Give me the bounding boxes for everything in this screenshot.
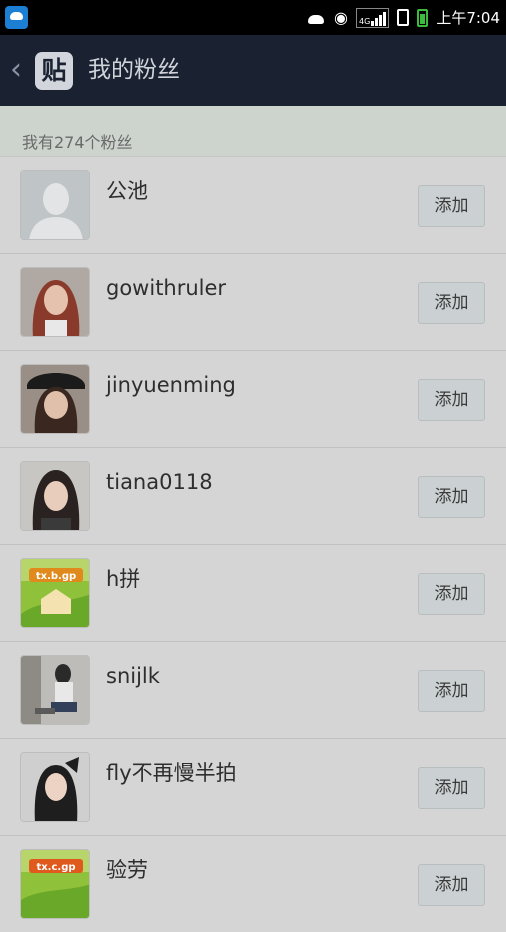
avatar[interactable] bbox=[20, 170, 90, 240]
photo-avatar bbox=[21, 365, 89, 433]
fan-name: fly不再慢半拍 bbox=[106, 761, 237, 785]
status-bar: ◉ 4G 上午7:04 bbox=[0, 0, 506, 35]
photo-avatar bbox=[21, 268, 89, 336]
add-button[interactable]: 添加 bbox=[418, 573, 485, 615]
photo-avatar bbox=[21, 656, 89, 724]
network-type-label: 4G bbox=[359, 16, 371, 26]
list-item[interactable]: gowithruler 添加 bbox=[0, 253, 506, 350]
signal-bar bbox=[383, 11, 387, 26]
avatar[interactable]: tx.b.gp bbox=[20, 558, 90, 628]
signal-bar bbox=[375, 17, 379, 26]
add-button[interactable]: 添加 bbox=[418, 670, 485, 712]
title-bar: ‹ 贴 我的粉丝 bbox=[0, 35, 506, 106]
fan-name: 公池 bbox=[106, 179, 148, 203]
list-item[interactable]: snijlk 添加 bbox=[0, 641, 506, 738]
list-item[interactable]: fly不再慢半拍 添加 bbox=[0, 738, 506, 835]
avatar[interactable] bbox=[20, 461, 90, 531]
back-button[interactable]: ‹ bbox=[10, 53, 22, 87]
fan-count-text: 我有274个粉丝 bbox=[22, 133, 133, 152]
graphic-avatar: tx.b.gp bbox=[21, 559, 89, 627]
page-title: 我的粉丝 bbox=[88, 57, 180, 83]
battery-icon bbox=[417, 8, 429, 27]
wifi-icon: ◉ bbox=[334, 8, 349, 27]
add-button[interactable]: 添加 bbox=[418, 282, 485, 324]
fan-name: snijlk bbox=[106, 664, 160, 688]
signal-bar bbox=[379, 14, 383, 26]
fan-name: gowithruler bbox=[106, 276, 227, 300]
list-item[interactable]: tx.b.gp h拼 添加 bbox=[0, 544, 506, 641]
avatar-logo-text: tx.b.gp bbox=[36, 571, 76, 582]
photo-avatar bbox=[21, 462, 89, 530]
avatar[interactable] bbox=[20, 364, 90, 434]
fan-name: h拼 bbox=[106, 567, 141, 591]
list-item[interactable]: tiana0118 添加 bbox=[0, 447, 506, 544]
sim-icon bbox=[397, 9, 410, 26]
avatar[interactable] bbox=[20, 752, 90, 822]
list-item[interactable]: tx.c.gp 验劳 添加 bbox=[0, 835, 506, 932]
default-avatar-icon bbox=[21, 171, 89, 239]
fan-name: tiana0118 bbox=[106, 470, 213, 494]
avatar-logo-text: tx.c.gp bbox=[36, 862, 75, 873]
cloud-icon bbox=[306, 12, 326, 24]
signal-icon: 4G bbox=[356, 7, 390, 28]
add-button[interactable]: 添加 bbox=[418, 185, 485, 227]
list-item[interactable]: jinyuenming 添加 bbox=[0, 350, 506, 447]
avatar[interactable] bbox=[20, 655, 90, 725]
avatar[interactable]: tx.c.gp bbox=[20, 849, 90, 919]
add-button[interactable]: 添加 bbox=[418, 476, 485, 518]
chevron-left-icon: ‹ bbox=[10, 52, 22, 87]
photo-avatar bbox=[21, 753, 89, 821]
list-item[interactable]: 公池 添加 bbox=[0, 156, 506, 253]
fan-count-bar: 我有274个粉丝 bbox=[0, 106, 506, 156]
fan-list: 公池 添加 gowithruler 添加 jinyuenming 添加 tian… bbox=[0, 156, 506, 932]
app-notification-icon bbox=[5, 6, 28, 29]
status-icons: ◉ 4G 上午7:04 bbox=[306, 0, 500, 35]
add-button[interactable]: 添加 bbox=[418, 767, 485, 809]
add-button[interactable]: 添加 bbox=[418, 379, 485, 421]
status-time: 上午7:04 bbox=[436, 9, 500, 27]
graphic-avatar: tx.c.gp bbox=[21, 850, 89, 918]
fan-name: jinyuenming bbox=[106, 373, 236, 397]
fan-name: 验劳 bbox=[106, 858, 148, 882]
avatar[interactable] bbox=[20, 267, 90, 337]
signal-bar bbox=[371, 20, 375, 26]
app-logo-icon: 贴 bbox=[35, 52, 73, 90]
